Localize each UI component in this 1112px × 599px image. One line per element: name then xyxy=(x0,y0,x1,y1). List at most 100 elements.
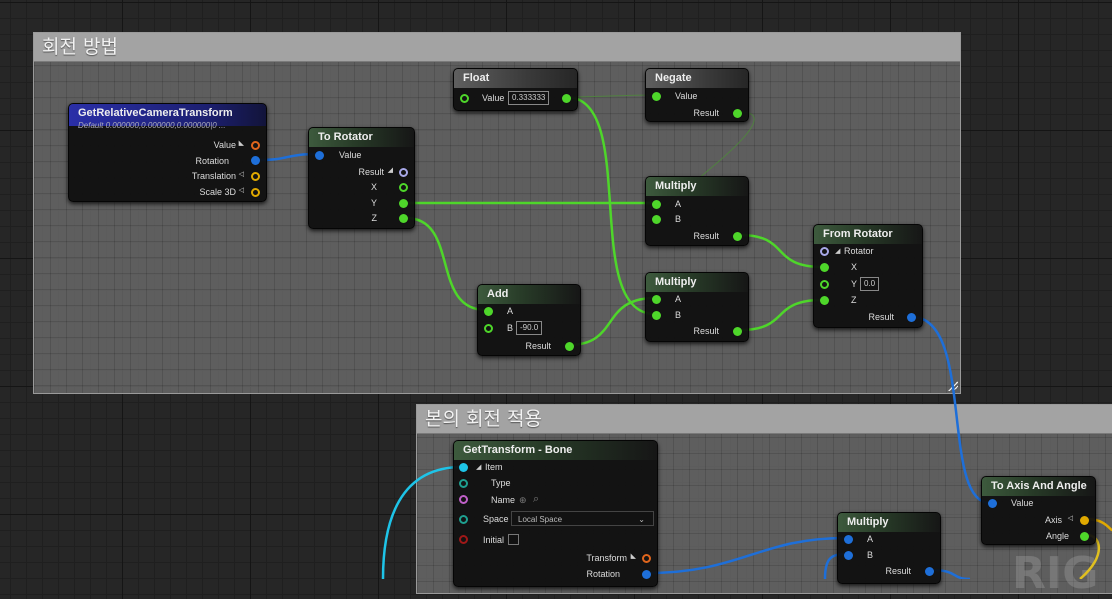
pin-a-in[interactable] xyxy=(652,295,661,304)
pin-z-out[interactable] xyxy=(399,214,408,223)
node-add[interactable]: Add A B -90.0 Result xyxy=(477,284,581,356)
pin-x-in[interactable] xyxy=(820,263,829,272)
node-title: To Axis And Angle xyxy=(991,480,1087,492)
node-header[interactable]: Float xyxy=(454,69,577,88)
pin-label-rotator: Rotator xyxy=(844,246,874,256)
node-title: To Rotator xyxy=(318,131,373,143)
node-header[interactable]: Add xyxy=(478,285,580,304)
pin-translation-out[interactable] xyxy=(251,172,260,181)
node-get-transform-bone[interactable]: GetTransform - Bone ◢ Item Type Name ⊕ ⌕… xyxy=(453,440,658,587)
pin-label-name: Name xyxy=(491,495,516,505)
pin-label-axis: Axis xyxy=(1044,515,1062,525)
pin-label-value: Value xyxy=(1011,498,1034,508)
node-multiply-2[interactable]: Multiply A B Result xyxy=(645,272,749,342)
node-header[interactable]: Multiply xyxy=(838,513,940,532)
pin-name-in[interactable] xyxy=(459,495,468,504)
node-header[interactable]: To Axis And Angle xyxy=(982,477,1095,496)
space-dropdown[interactable]: Local Space ⌄ xyxy=(511,511,654,526)
pin-axis-out[interactable] xyxy=(1080,516,1089,525)
space-dropdown-value: Local Space xyxy=(518,515,563,524)
pin-result-out[interactable] xyxy=(399,168,408,177)
node-header[interactable]: Multiply xyxy=(646,273,748,292)
pin-rotator-in[interactable] xyxy=(820,247,829,256)
pin-rotation-out[interactable] xyxy=(251,156,260,165)
node-header[interactable]: GetTransform - Bone xyxy=(454,441,657,460)
pin-label-space: Space xyxy=(483,514,509,524)
pin-space-in[interactable] xyxy=(459,515,468,524)
node-multiply-3[interactable]: Multiply A B Result xyxy=(837,512,941,584)
pin-b-in[interactable] xyxy=(652,311,661,320)
expand-icon[interactable]: ◣ xyxy=(239,139,244,147)
pin-label-b: B xyxy=(507,323,514,333)
pin-value-out[interactable] xyxy=(251,141,260,150)
pin-type-in[interactable] xyxy=(459,479,468,488)
node-multiply-1[interactable]: Multiply A B Result xyxy=(645,176,749,246)
node-title: Add xyxy=(487,288,509,300)
pin-scale-out[interactable] xyxy=(251,188,260,197)
pick-bone-icon[interactable]: ⊕ xyxy=(519,494,527,506)
pin-y-out[interactable] xyxy=(399,199,408,208)
pin-y-in[interactable] xyxy=(820,280,829,289)
node-from-rotator[interactable]: From Rotator ◢ Rotator X Y 0.0 Z Result xyxy=(813,224,923,328)
pin-transform-out[interactable] xyxy=(642,554,651,563)
y-value-field[interactable]: 0.0 xyxy=(860,277,880,291)
resize-handle[interactable] xyxy=(948,381,958,391)
pin-value-out[interactable] xyxy=(562,94,571,103)
b-value-field[interactable]: -90.0 xyxy=(516,321,543,335)
pin-label-result: Result xyxy=(885,566,911,576)
expand-icon[interactable]: ◁ xyxy=(1068,514,1073,522)
pin-label-type: Type xyxy=(491,478,511,488)
value-field[interactable]: 0.333333 xyxy=(508,91,550,105)
node-to-rotator[interactable]: To Rotator Value Result ◢ X Y Z xyxy=(308,127,415,229)
node-to-axis-and-angle[interactable]: To Axis And Angle Value Axis ◁ Angle xyxy=(981,476,1096,545)
pin-label-transform: Transform xyxy=(586,553,627,563)
expand-icon[interactable]: ◁ xyxy=(239,170,244,178)
expand-icon[interactable]: ◁ xyxy=(239,186,244,194)
pin-result-out[interactable] xyxy=(565,342,574,351)
pin-x-out[interactable] xyxy=(399,183,408,192)
pin-value-in[interactable] xyxy=(460,94,469,103)
pin-b-in[interactable] xyxy=(652,215,661,224)
pin-value-in[interactable] xyxy=(988,499,997,508)
expand-icon[interactable]: ◢ xyxy=(835,247,840,255)
pin-a-in[interactable] xyxy=(844,535,853,544)
node-header[interactable]: From Rotator xyxy=(814,225,922,244)
pin-value-in[interactable] xyxy=(315,151,324,160)
pin-rotation-out[interactable] xyxy=(642,570,651,579)
pin-label-x: X xyxy=(851,262,858,272)
node-float[interactable]: Float Value 0.333333 xyxy=(453,68,578,111)
pin-a-in[interactable] xyxy=(484,307,493,316)
expand-icon[interactable]: ◢ xyxy=(388,166,393,174)
comment-title[interactable]: 회전 방법 xyxy=(34,33,960,62)
pin-b-in[interactable] xyxy=(484,324,493,333)
pin-label-z: Z xyxy=(851,295,857,305)
comment-title[interactable]: 본의 회전 적용 xyxy=(417,405,1112,434)
node-header[interactable]: To Rotator xyxy=(309,128,414,147)
node-header[interactable]: Multiply xyxy=(646,177,748,196)
pin-a-in[interactable] xyxy=(652,200,661,209)
pin-label-result: Result xyxy=(693,231,719,241)
pin-label-a: A xyxy=(867,534,874,544)
pin-b-in[interactable] xyxy=(844,551,853,560)
expand-icon[interactable]: ◢ xyxy=(476,463,481,471)
initial-checkbox[interactable] xyxy=(508,534,519,545)
node-get-relative-camera-transform[interactable]: GetRelativeCameraTransform Default 0.000… xyxy=(68,103,267,202)
pin-result-out[interactable] xyxy=(733,232,742,241)
pin-angle-out[interactable] xyxy=(1080,532,1089,541)
pin-result-out[interactable] xyxy=(733,109,742,118)
node-negate[interactable]: Negate Value Result xyxy=(645,68,749,122)
expand-icon[interactable]: ◣ xyxy=(631,552,636,560)
search-icon[interactable]: ⌕ xyxy=(533,493,539,505)
pin-z-in[interactable] xyxy=(820,296,829,305)
pin-label-a: A xyxy=(675,294,682,304)
node-header[interactable]: Negate xyxy=(646,69,748,88)
pin-initial-in[interactable] xyxy=(459,535,468,544)
pin-result-out[interactable] xyxy=(925,567,934,576)
node-title: Negate xyxy=(655,72,692,84)
pin-result-out[interactable] xyxy=(907,313,916,322)
pin-result-out[interactable] xyxy=(733,327,742,336)
pin-item-in[interactable] xyxy=(459,463,468,472)
pin-label-result: Result xyxy=(868,312,894,322)
pin-label-result: Result xyxy=(693,326,719,336)
pin-value-in[interactable] xyxy=(652,92,661,101)
